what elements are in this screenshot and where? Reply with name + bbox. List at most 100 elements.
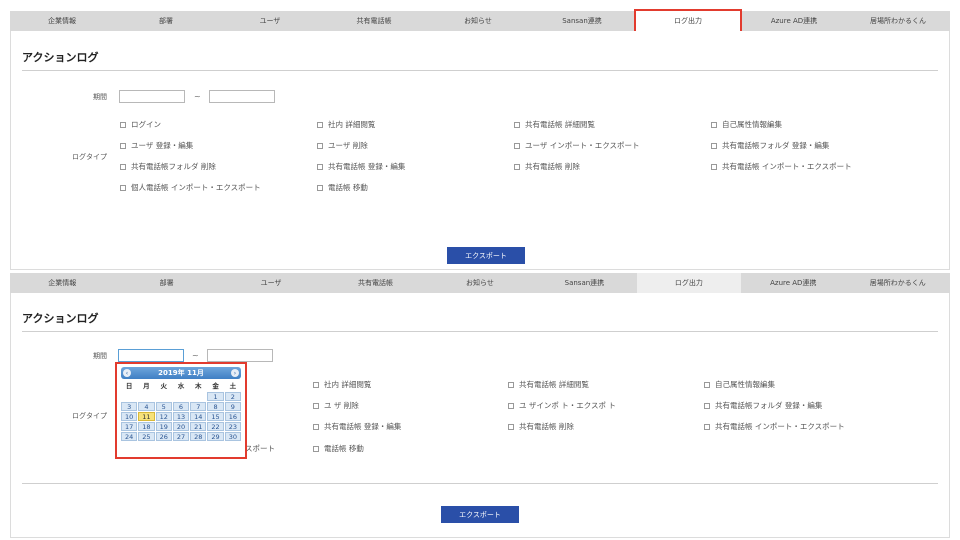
calendar-day-today[interactable]: 11 [138, 412, 155, 421]
period-label: 期間 [93, 93, 107, 101]
export-button[interactable]: エクスポート [441, 506, 519, 523]
calendar-blank [121, 392, 137, 401]
calendar-weekday: 水 [177, 382, 185, 390]
tab-shared-phonebook[interactable]: 共有電話帳 [322, 11, 426, 31]
checkbox-icon [704, 423, 710, 430]
calendar-day[interactable]: 6 [172, 402, 190, 411]
logtype-checkbox[interactable]: 個人電話帳 インポート・エクスポート [120, 182, 261, 193]
period-start-input[interactable] [119, 90, 185, 103]
logtype-checkbox[interactable]: 社内 詳細閲覧 [313, 379, 371, 390]
logtype-label: ログタイプ [72, 412, 107, 420]
tab-users[interactable]: ユーザ [219, 273, 323, 293]
tab-log-output[interactable]: ログ出力 [636, 273, 742, 293]
calendar-day[interactable]: 24 [121, 432, 138, 441]
logtype-checkbox[interactable]: 共有電話帳 詳細閲覧 [508, 379, 589, 390]
period-start-input[interactable] [118, 349, 184, 362]
calendar-day[interactable]: 20 [172, 422, 190, 431]
logtype-checkbox[interactable]: 共有電話帳フォルダ 削除 [120, 161, 216, 172]
calendar-highlight: ‹ 2019年 11月 › 日月火水木金土 1 2 3 4 5 6 7 8 9 10 11 12 13 14… [115, 362, 247, 459]
tab-log-output[interactable]: ログ出力 [634, 9, 742, 33]
tab-sansan[interactable]: Sansan連携 [532, 273, 636, 293]
datepicker-calendar: ‹ 2019年 11月 › 日月火水木金土 1 2 3 4 5 6 7 8 9 10 11 12 13 14… [121, 367, 241, 455]
logtype-checkbox[interactable]: 電話帳 移動 [317, 182, 368, 193]
period-end-input[interactable] [209, 90, 275, 103]
page-title: アクションログ [22, 51, 99, 64]
calendar-day[interactable]: 3 [121, 402, 138, 411]
calendar-day[interactable]: 28 [190, 432, 207, 441]
calendar-day[interactable]: 26 [155, 432, 172, 441]
logtype-checkbox[interactable]: 社内 詳細閲覧 [317, 119, 375, 130]
logtype-checkbox[interactable]: 共有電話帳フォルダ 登録・編集 [711, 140, 829, 151]
logtype-checkbox[interactable]: 共有電話帳 インポート・エクスポート [711, 161, 852, 172]
calendar-day[interactable]: 1 [207, 392, 224, 401]
logtype-checkbox[interactable]: ユーザ 削除 [317, 140, 368, 151]
calendar-day[interactable]: 7 [190, 402, 207, 411]
logtype-checkbox[interactable]: ユ ザインポ ト・エクスポ ト [508, 400, 616, 411]
calendar-day[interactable]: 10 [121, 412, 138, 421]
checkbox-icon [120, 121, 126, 128]
bottom-divider [22, 483, 938, 484]
export-button[interactable]: エクスポート [447, 247, 525, 264]
tab-sansan[interactable]: Sansan連携 [530, 11, 634, 31]
checkbox-icon [711, 163, 717, 170]
next-month-icon[interactable]: › [230, 369, 239, 377]
prev-month-icon[interactable]: ‹ [123, 369, 131, 377]
calendar-day[interactable]: 30 [224, 432, 241, 441]
period-tilde: ~ [194, 92, 201, 101]
logtype-checkbox[interactable]: ユーザ 登録・編集 [120, 140, 193, 151]
logtype-checkbox[interactable]: 自己属性情報編集 [704, 379, 775, 390]
period-end-input[interactable] [207, 349, 273, 362]
logtype-checkbox[interactable]: ログイン [120, 119, 161, 130]
calendar-day[interactable]: 4 [138, 402, 155, 411]
calendar-day[interactable]: 8 [207, 402, 224, 411]
logtype-checkbox[interactable]: 共有電話帳 削除 [514, 161, 580, 172]
tab-users[interactable]: ユーザ [218, 11, 322, 31]
tab-azure-ad[interactable]: Azure AD連携 [742, 11, 846, 31]
tab-notices[interactable]: お知らせ [428, 273, 532, 293]
checkbox-icon [313, 381, 319, 388]
logtype-checkbox[interactable]: 電話帳 移動 [313, 443, 364, 454]
checkbox-icon [508, 423, 514, 430]
logtype-checkbox[interactable]: 共有電話帳 詳細閲覧 [514, 119, 595, 130]
logtype-checkbox[interactable]: 共有電話帳 削除 [508, 421, 574, 432]
logtype-checkbox[interactable]: 自己属性情報編集 [711, 119, 782, 130]
logtype-checkbox[interactable]: 共有電話帳 インポート・エクスポート [704, 421, 845, 432]
calendar-day[interactable]: 17 [121, 422, 138, 431]
tab-whereabouts[interactable]: 居場所わかるくん [846, 11, 950, 31]
calendar-blank [173, 392, 189, 401]
calendar-day[interactable]: 23 [224, 422, 241, 431]
tab-whereabouts[interactable]: 居場所わかるくん [846, 273, 950, 293]
logtype-checkbox[interactable]: 共有電話帳 登録・編集 [317, 161, 405, 172]
title-divider [22, 70, 938, 71]
tab-company-info[interactable]: 企業情報 [10, 273, 114, 293]
calendar-day[interactable]: 5 [155, 402, 172, 411]
checkbox-icon [313, 423, 319, 430]
tab-azure-ad[interactable]: Azure AD連携 [741, 273, 845, 293]
calendar-blank [156, 392, 172, 401]
calendar-blank [190, 392, 206, 401]
logtype-checkbox[interactable]: 共有電話帳フォルダ 登録・編集 [704, 400, 822, 411]
calendar-day[interactable]: 16 [224, 412, 241, 421]
calendar-day[interactable]: 14 [190, 412, 207, 421]
calendar-day[interactable]: 13 [172, 412, 190, 421]
calendar-day[interactable]: 22 [207, 422, 224, 431]
calendar-day[interactable]: 25 [138, 432, 155, 441]
logtype-checkbox[interactable]: ユーザ インポート・エクスポート [514, 140, 640, 151]
tab-department[interactable]: 部署 [114, 273, 218, 293]
calendar-day[interactable]: 29 [207, 432, 224, 441]
calendar-day[interactable]: 27 [172, 432, 190, 441]
tab-notices[interactable]: お知らせ [426, 11, 530, 31]
calendar-day[interactable]: 2 [224, 392, 241, 401]
logtype-label: ログタイプ [72, 153, 107, 161]
tab-shared-phonebook[interactable]: 共有電話帳 [323, 273, 427, 293]
calendar-day[interactable]: 15 [207, 412, 224, 421]
calendar-day[interactable]: 9 [224, 402, 241, 411]
calendar-day[interactable]: 19 [155, 422, 172, 431]
tab-department[interactable]: 部署 [114, 11, 218, 31]
logtype-checkbox[interactable]: 共有電話帳 登録・編集 [313, 421, 401, 432]
logtype-checkbox[interactable]: ユ ザ 削除 [313, 400, 359, 411]
calendar-day[interactable]: 21 [190, 422, 207, 431]
tab-company-info[interactable]: 企業情報 [10, 11, 114, 31]
calendar-day[interactable]: 12 [155, 412, 172, 421]
calendar-day[interactable]: 18 [138, 422, 155, 431]
